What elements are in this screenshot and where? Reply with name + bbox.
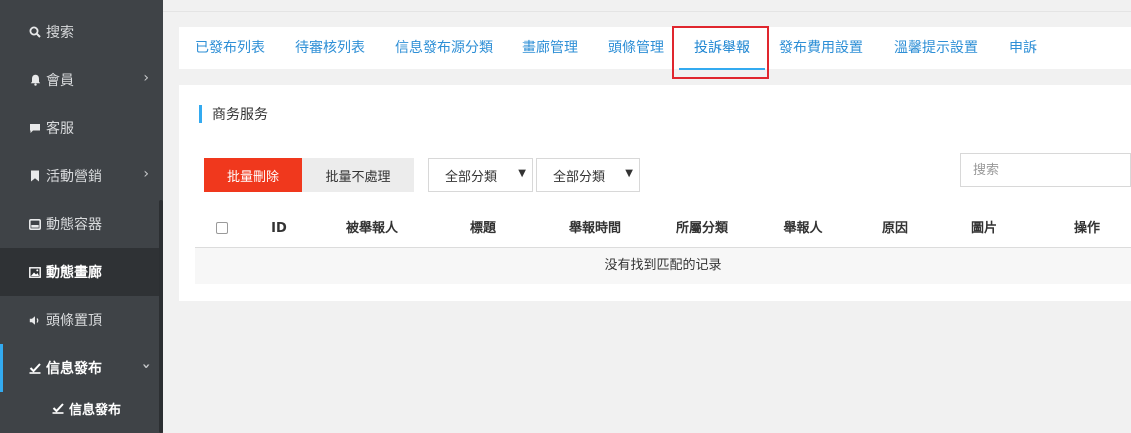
sidebar-item-headline-top[interactable]: 頭條置頂	[0, 296, 159, 344]
sidebar-item-label: 信息發布	[46, 361, 102, 377]
top-strip	[163, 0, 1131, 12]
tab-tips-settings[interactable]: 溫馨提示設置	[894, 27, 978, 69]
search-input[interactable]	[960, 153, 1131, 187]
tab-bar: 已發布列表 待審核列表 信息發布源分類 畫廊管理 頭條管理 投訴舉報 發布費用設…	[179, 27, 1131, 70]
category-select-1-value: 全部分類	[445, 169, 498, 185]
tab-appeal[interactable]: 申訴	[1009, 27, 1037, 69]
tab-fee-settings[interactable]: 發布費用設置	[779, 27, 863, 69]
bookmark-icon	[28, 169, 42, 183]
check-square-icon	[52, 401, 66, 415]
sidebar-item-label: 客服	[46, 121, 74, 137]
sidebar-item-info-publish[interactable]: 信息發布 ›	[0, 344, 159, 392]
column-header-reporter[interactable]: 舉報人	[783, 210, 822, 248]
caret-down-icon: ▼	[518, 168, 526, 179]
check-square-icon	[28, 361, 42, 375]
sidebar-subitem-info-publish[interactable]: 信息發布	[0, 388, 159, 428]
select-all-checkbox[interactable]	[216, 222, 228, 234]
sidebar-item-label: 頭條置頂	[46, 313, 102, 329]
sidebar-item-label: 活動營銷	[46, 169, 102, 185]
column-header-actions[interactable]: 操作	[1074, 210, 1100, 248]
column-header-id[interactable]: ID	[271, 210, 287, 248]
category-select-2-value: 全部分類	[553, 169, 606, 185]
sidebar-item-customer-service[interactable]: 客服	[0, 104, 159, 152]
sidebar-item-dynamic-gallery[interactable]: 動態畫廊	[0, 248, 159, 296]
batch-delete-button[interactable]: 批量刪除	[204, 158, 302, 192]
sidebar-item-label: 動態畫廊	[46, 265, 102, 281]
highlight-box	[672, 26, 769, 79]
section-title-text: 商务服务	[212, 107, 268, 123]
column-header-reported-user[interactable]: 被舉報人	[346, 210, 398, 248]
column-header-title[interactable]: 標題	[470, 210, 496, 248]
hdd-icon	[28, 217, 42, 231]
chevron-down-icon: ›	[138, 363, 155, 369]
column-header-image[interactable]: 圖片	[971, 210, 997, 248]
column-header-report-time[interactable]: 舉報時間	[569, 210, 621, 248]
volume-icon	[28, 313, 42, 327]
sidebar-item-marketing[interactable]: 活動營銷 ›	[0, 152, 159, 200]
tab-headline-management[interactable]: 頭條管理	[608, 27, 664, 69]
chevron-right-icon: ›	[143, 166, 149, 182]
column-header-category[interactable]: 所屬分類	[676, 210, 728, 248]
sidebar-item-label: 會員	[46, 73, 74, 89]
sidebar-item-search[interactable]: 搜索	[0, 8, 159, 56]
category-select-2[interactable]: 全部分類 ▼	[536, 158, 640, 192]
section-title: 商务服务	[199, 105, 268, 123]
main-panel: 商务服务 批量刪除 批量不處理 全部分類 ▼ 全部分類 ▼ ID 被舉報人 標題…	[179, 85, 1131, 301]
sidebar-subitem-label: 信息發布	[69, 402, 122, 418]
caret-down-icon: ▼	[625, 168, 633, 179]
tab-gallery-management[interactable]: 畫廊管理	[522, 27, 578, 69]
picture-icon	[28, 265, 42, 279]
search-icon	[28, 25, 42, 39]
sidebar-item-label: 動態容器	[46, 217, 102, 233]
table-empty-row: 没有找到匹配的记录	[195, 248, 1131, 284]
sidebar: 搜索 會員 › 客服 活動營銷 › 動態容器 動態畫廊 頭條置頂 信息發布 › …	[0, 0, 163, 433]
sidebar-item-members[interactable]: 會員 ›	[0, 56, 159, 104]
category-select-1[interactable]: 全部分類 ▼	[428, 158, 533, 192]
batch-ignore-button[interactable]: 批量不處理	[302, 158, 414, 192]
sidebar-item-label: 搜索	[46, 25, 74, 41]
tab-published-list[interactable]: 已發布列表	[195, 27, 265, 69]
column-header-reason[interactable]: 原因	[882, 210, 908, 248]
chevron-right-icon: ›	[143, 70, 149, 86]
tab-pending-review[interactable]: 待審核列表	[295, 27, 365, 69]
section-title-accent	[199, 105, 202, 123]
chat-icon	[28, 121, 42, 135]
tab-source-categories[interactable]: 信息發布源分類	[395, 27, 493, 69]
sidebar-scrollbar[interactable]	[159, 200, 163, 433]
table-header: ID 被舉報人 標題 舉報時間 所屬分類 舉報人 原因 圖片 操作	[195, 210, 1131, 248]
bell-icon	[28, 73, 42, 87]
sidebar-item-dynamic-container[interactable]: 動態容器	[0, 200, 159, 248]
